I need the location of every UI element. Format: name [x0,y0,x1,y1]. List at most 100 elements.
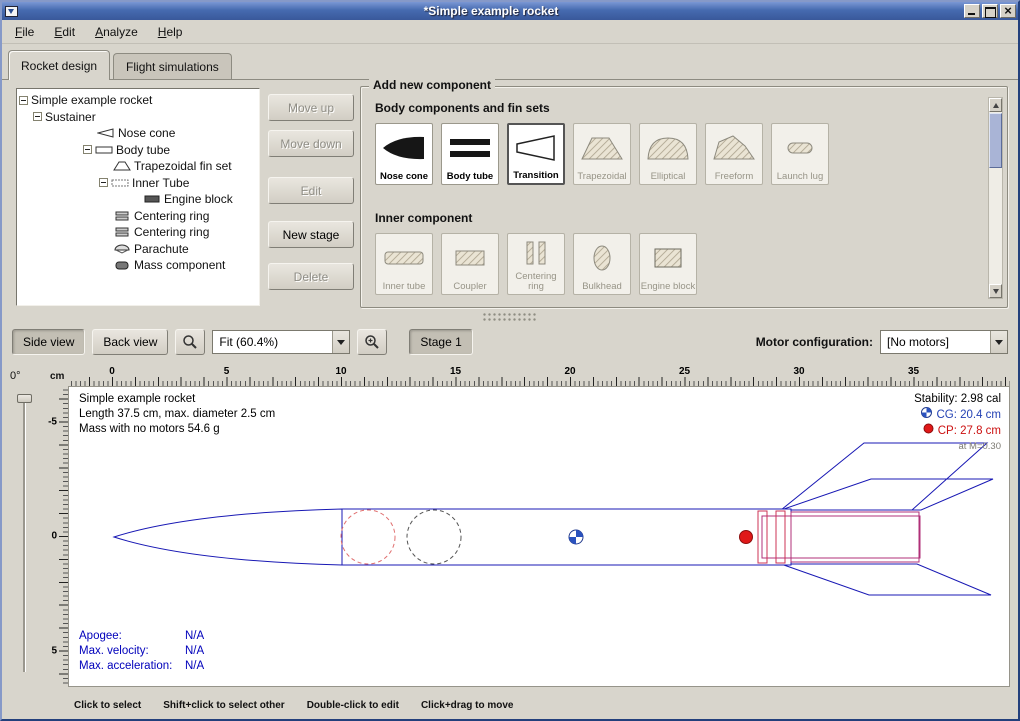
cp-value: CP: 27.8 cm [938,424,1001,439]
aft-inner-section [791,512,919,562]
coupler-button[interactable]: Coupler [441,233,499,295]
side-view-button[interactable]: Side view [12,329,85,355]
add-component-group: Add new component Body components and fi… [360,86,1008,308]
chevron-down-icon[interactable] [332,331,349,353]
inner-tube-icon [111,178,129,188]
tree-row-inner-tube[interactable]: Inner Tube [17,175,259,192]
close-button[interactable] [1000,4,1016,18]
freeform-fin-button[interactable]: Freeform [705,123,763,185]
zoom-out-button[interactable] [175,329,205,355]
move-down-button[interactable]: Move down [268,130,354,157]
chevron-down-icon[interactable] [990,331,1007,353]
nose-cone-outline [114,509,342,565]
centering-ring-icon [113,227,131,237]
rocket-name: Simple example rocket [79,392,275,407]
trapezoidal-fin-icon [579,124,625,172]
tree-label: Nose cone [118,126,175,140]
body-tube-icon [95,145,113,155]
body-tube-button[interactable]: Body tube [441,123,499,185]
centering-ring-button[interactable]: Centering ring [507,233,565,295]
engine-block-button[interactable]: Engine block [639,233,697,295]
body-tube-icon [447,124,493,172]
cp-legend-icon [923,423,934,439]
transition-button[interactable]: Transition [507,123,565,185]
horizontal-ruler: 0 5 10 15 20 25 30 35 [68,367,1010,386]
engine-block-icon [645,234,691,282]
bulkhead-button[interactable]: Bulkhead [573,233,631,295]
rotation-slider[interactable] [23,394,26,672]
tree-row-body-tube[interactable]: Body tube [17,142,259,159]
component-scrollbar[interactable] [988,97,1003,299]
lower-fin [781,564,991,595]
component-tree[interactable]: Simple example rocket Sustainer Nose con… [16,88,260,306]
tree-row-nose-cone[interactable]: Nose cone [17,125,259,142]
back-view-button[interactable]: Back view [92,329,168,355]
delete-button[interactable]: Delete [268,263,354,290]
trapezoidal-fin-button[interactable]: Trapezoidal [573,123,631,185]
rotation-slider-thumb[interactable] [17,394,32,403]
inner-tube-icon [381,234,427,282]
menu-file[interactable]: File [6,22,43,42]
tree-label: Body tube [116,143,170,157]
flight-data: Apogee: N/A Max. velocity: N/A Max. acce… [79,629,204,674]
elliptical-fin-button[interactable]: Elliptical [639,123,697,185]
collapse-icon[interactable] [19,96,28,105]
menubar: File Edit Analyze Help [2,20,1018,44]
ruler-unit-label: cm [50,371,64,382]
zoom-combobox[interactable]: Fit (60.4%) [212,330,350,354]
stability-value: Stability: 2.98 cal [914,392,1001,407]
split-pane-divider[interactable] [2,309,1018,323]
titlebar[interactable]: *Simple example rocket [2,2,1018,20]
zoom-in-button[interactable] [357,329,387,355]
menu-analyze[interactable]: Analyze [86,22,147,42]
motor-configuration-combobox[interactable]: [No motors] [880,330,1008,354]
menu-edit[interactable]: Edit [45,22,84,42]
body-component-buttons: Nose cone Body tube Transition Trapezoid… [375,123,829,185]
inner-tube-button[interactable]: Inner tube [375,233,433,295]
rocket-canvas[interactable]: Simple example rocket Length 37.5 cm, ma… [68,386,1010,687]
tree-label: Centering ring [134,209,209,223]
scroll-up-icon[interactable] [989,98,1002,112]
rocket-info: Simple example rocket Length 37.5 cm, ma… [79,392,275,437]
maximize-button[interactable] [982,4,998,18]
inner-component-label: Inner component [375,211,472,225]
collapse-icon[interactable] [33,112,42,121]
inner-component-buttons: Inner tube Coupler Centering ring Bulkhe… [375,233,697,295]
mass-component-icon [113,260,131,270]
tree-row-centering-ring-2[interactable]: Centering ring [17,224,259,241]
tree-row-engine-block[interactable]: Engine block [17,191,259,208]
tree-row-centering-ring-1[interactable]: Centering ring [17,208,259,225]
tree-row-parachute[interactable]: Parachute [17,241,259,258]
scroll-down-icon[interactable] [989,284,1002,298]
collapse-icon[interactable] [83,145,92,154]
new-stage-button[interactable]: New stage [268,221,354,248]
app-icon[interactable] [5,6,18,17]
nose-cone-icon [97,128,115,138]
tree-row-fin-set[interactable]: Trapezoidal fin set [17,158,259,175]
tab-rocket-design[interactable]: Rocket design [8,50,110,80]
scrollbar-thumb[interactable] [989,113,1002,168]
launch-lug-button[interactable]: Launch lug [771,123,829,185]
tree-row-mass-component[interactable]: Mass component [17,257,259,274]
zoom-value: Fit (60.4%) [213,335,332,349]
tab-flight-simulations[interactable]: Flight simulations [113,53,232,79]
collapse-icon[interactable] [99,178,108,187]
tree-row-rocket[interactable]: Simple example rocket [17,92,259,109]
tree-row-sustainer[interactable]: Sustainer [17,109,259,126]
move-up-button[interactable]: Move up [268,94,354,121]
stability-info: Stability: 2.98 cal CG: 20.4 cm CP: 27.8… [914,392,1001,454]
tree-label: Inner Tube [132,176,189,190]
flight-value: N/A [185,659,204,674]
menu-help[interactable]: Help [149,22,192,42]
tree-label: Simple example rocket [31,93,152,107]
stage-1-toggle[interactable]: Stage 1 [409,329,472,355]
coupler-icon [447,234,493,282]
hint-drag: Click+drag to move [421,700,514,711]
edit-button[interactable]: Edit [268,177,354,204]
minimize-button[interactable] [964,4,980,18]
freeform-fin-icon [711,124,757,172]
status-hints: Click to select Shift+click to select ot… [2,692,1018,719]
cp-marker [740,531,753,544]
nose-cone-button[interactable]: Nose cone [375,123,433,185]
centering-ring-icon [513,234,559,272]
